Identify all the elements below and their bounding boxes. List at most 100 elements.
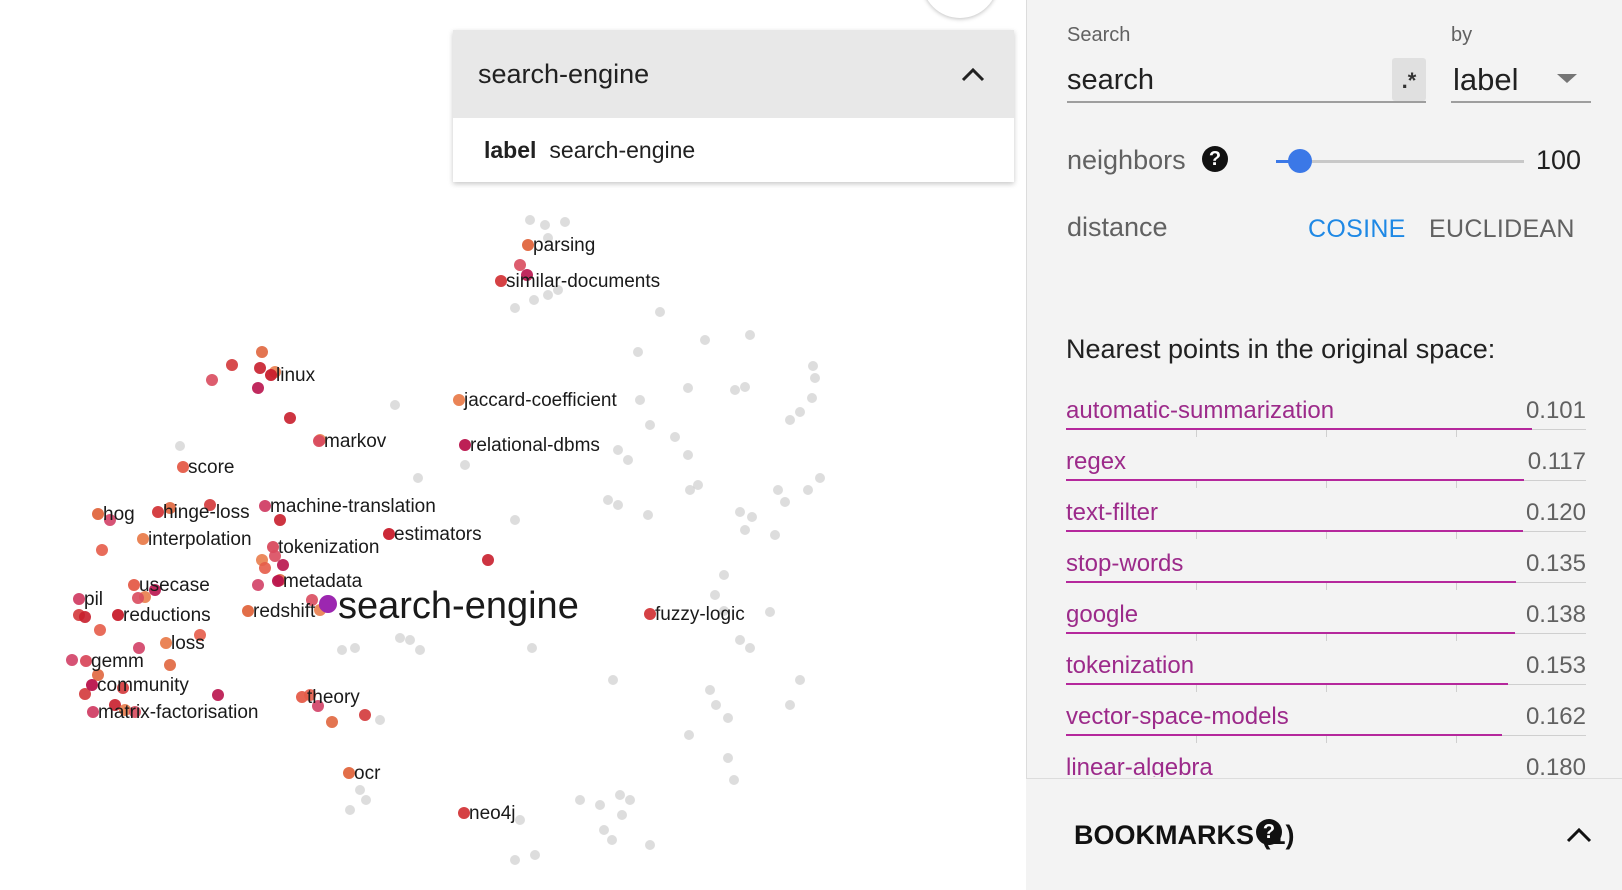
- background-point[interactable]: [625, 795, 635, 805]
- background-point[interactable]: [719, 570, 729, 580]
- background-point[interactable]: [645, 840, 655, 850]
- background-point[interactable]: [527, 643, 537, 653]
- neighbor-point[interactable]: [254, 362, 266, 374]
- background-point[interactable]: [740, 525, 750, 535]
- background-point[interactable]: [815, 473, 825, 483]
- background-point[interactable]: [510, 303, 520, 313]
- background-point[interactable]: [785, 415, 795, 425]
- help-icon[interactable]: ?: [1256, 819, 1282, 845]
- background-point[interactable]: [615, 790, 625, 800]
- regex-toggle-button[interactable]: .*: [1392, 58, 1426, 101]
- background-point[interactable]: [337, 645, 347, 655]
- background-point[interactable]: [345, 805, 355, 815]
- selected-point[interactable]: [319, 595, 337, 613]
- background-point[interactable]: [607, 835, 617, 845]
- neighbor-point[interactable]: [79, 611, 91, 623]
- background-point[interactable]: [540, 220, 550, 230]
- background-point[interactable]: [683, 450, 693, 460]
- chevron-up-icon[interactable]: [1566, 827, 1592, 848]
- background-point[interactable]: [795, 675, 805, 685]
- neighbor-point[interactable]: [277, 559, 289, 571]
- list-item[interactable]: automatic-summarization 0.101: [1066, 392, 1586, 443]
- background-point[interactable]: [735, 507, 745, 517]
- background-point[interactable]: [510, 855, 520, 865]
- distance-cosine-button[interactable]: COSINE: [1308, 215, 1406, 244]
- background-point[interactable]: [729, 775, 739, 785]
- background-point[interactable]: [740, 382, 750, 392]
- background-point[interactable]: [355, 785, 365, 795]
- neighbor-name[interactable]: google: [1066, 601, 1138, 629]
- background-point[interactable]: [747, 512, 757, 522]
- background-point[interactable]: [705, 685, 715, 695]
- neighbor-point[interactable]: [252, 382, 264, 394]
- background-point[interactable]: [684, 730, 694, 740]
- search-input[interactable]: search .*: [1067, 58, 1426, 103]
- neighbor-name[interactable]: regex: [1066, 448, 1126, 476]
- background-point[interactable]: [613, 445, 623, 455]
- list-item[interactable]: regex 0.117: [1066, 443, 1586, 494]
- background-point[interactable]: [529, 295, 539, 305]
- selected-point-header[interactable]: search-engine: [453, 30, 1014, 118]
- background-point[interactable]: [599, 825, 609, 835]
- background-point[interactable]: [575, 795, 585, 805]
- neighbor-point[interactable]: [212, 689, 224, 701]
- neighbors-slider-track[interactable]: [1276, 160, 1524, 163]
- background-point[interactable]: [635, 395, 645, 405]
- neighbor-name[interactable]: automatic-summarization: [1066, 397, 1334, 425]
- help-icon[interactable]: ?: [1202, 146, 1228, 172]
- list-item[interactable]: tokenization 0.153: [1066, 647, 1586, 698]
- background-point[interactable]: [803, 485, 813, 495]
- background-point[interactable]: [807, 393, 817, 403]
- background-point[interactable]: [603, 495, 613, 505]
- background-point[interactable]: [770, 530, 780, 540]
- list-item[interactable]: stop-words 0.135: [1066, 545, 1586, 596]
- background-point[interactable]: [350, 643, 360, 653]
- background-point[interactable]: [645, 420, 655, 430]
- neighbor-name[interactable]: tokenization: [1066, 652, 1194, 680]
- neighbor-name[interactable]: linear-algebra: [1066, 754, 1213, 777]
- neighbor-point[interactable]: [359, 709, 371, 721]
- neighbor-point[interactable]: [96, 544, 108, 556]
- background-point[interactable]: [415, 645, 425, 655]
- background-point[interactable]: [413, 473, 423, 483]
- background-point[interactable]: [633, 347, 643, 357]
- neighbor-point[interactable]: [284, 412, 296, 424]
- neighbor-point[interactable]: [94, 624, 106, 636]
- background-point[interactable]: [693, 480, 703, 490]
- background-point[interactable]: [700, 335, 710, 345]
- neighbors-slider-handle[interactable]: [1288, 149, 1312, 173]
- background-point[interactable]: [510, 515, 520, 525]
- distance-euclidean-button[interactable]: EUCLIDEAN: [1429, 215, 1575, 244]
- background-point[interactable]: [617, 810, 627, 820]
- background-point[interactable]: [655, 307, 665, 317]
- background-point[interactable]: [723, 753, 733, 763]
- background-point[interactable]: [405, 635, 415, 645]
- background-point[interactable]: [595, 800, 605, 810]
- neighbor-point[interactable]: [514, 259, 526, 271]
- background-point[interactable]: [390, 400, 400, 410]
- neighbor-point[interactable]: [164, 659, 176, 671]
- background-point[interactable]: [765, 607, 775, 617]
- background-point[interactable]: [683, 383, 693, 393]
- list-item[interactable]: vector-space-models 0.162: [1066, 698, 1586, 749]
- list-item[interactable]: linear-algebra 0.180: [1066, 749, 1586, 777]
- neighbor-point[interactable]: [259, 562, 271, 574]
- neighbor-point[interactable]: [226, 359, 238, 371]
- search-by-select[interactable]: label: [1451, 58, 1591, 103]
- neighbor-point[interactable]: [206, 374, 218, 386]
- background-point[interactable]: [808, 361, 818, 371]
- background-point[interactable]: [730, 385, 740, 395]
- neighbor-name[interactable]: stop-words: [1066, 550, 1183, 578]
- bookmarks-panel[interactable]: BOOKMARKS (1) ?: [1026, 778, 1622, 890]
- background-point[interactable]: [460, 460, 470, 470]
- background-point[interactable]: [711, 700, 721, 710]
- background-point[interactable]: [623, 455, 633, 465]
- neighbor-point[interactable]: [482, 554, 494, 566]
- neighbor-point[interactable]: [66, 654, 78, 666]
- neighbor-point[interactable]: [326, 716, 338, 728]
- background-point[interactable]: [560, 217, 570, 227]
- chevron-up-icon[interactable]: [958, 59, 988, 89]
- background-point[interactable]: [530, 850, 540, 860]
- neighbor-name[interactable]: text-filter: [1066, 499, 1158, 527]
- background-point[interactable]: [710, 590, 720, 600]
